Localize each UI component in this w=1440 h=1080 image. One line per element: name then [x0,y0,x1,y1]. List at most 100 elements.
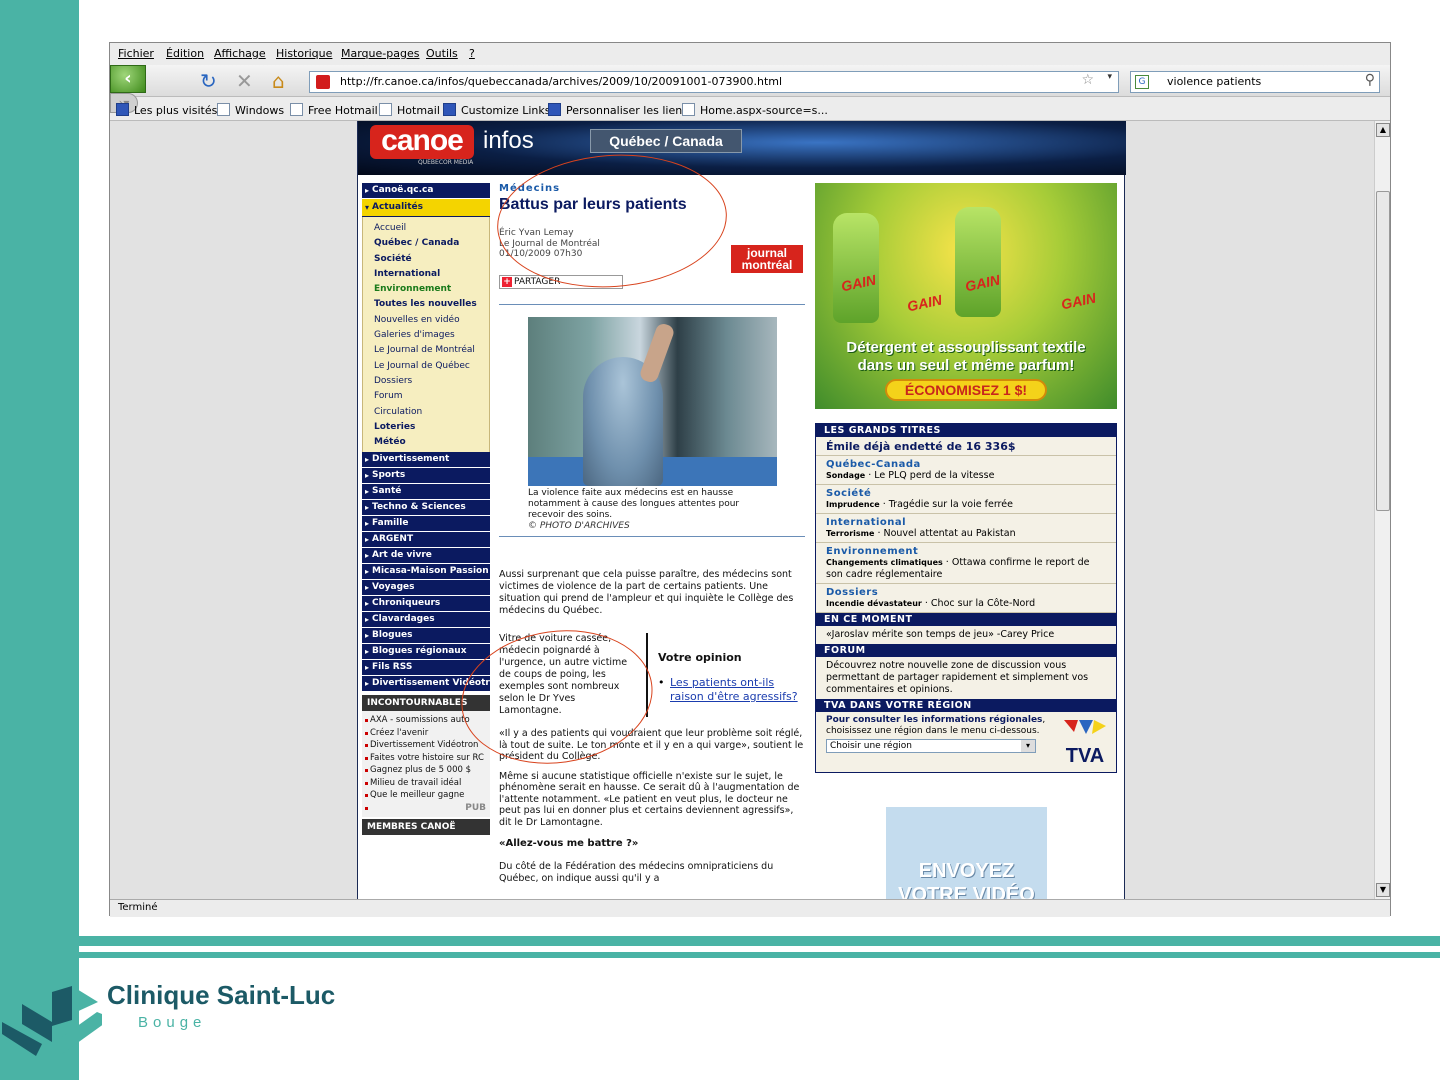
scroll-up-icon[interactable]: ▲ [1376,123,1390,137]
nav-sub-item[interactable]: Forum [374,389,489,404]
page-icon [682,103,695,116]
members-title[interactable]: MEMBRES CANOË [362,819,490,836]
clinic-city: Bouge [138,1014,207,1031]
bookmark-customize-links[interactable]: Customize Links [443,103,551,117]
nav-main-item[interactable]: Techno & Sciences [362,500,490,517]
menu-affichage[interactable]: Affichage [214,47,266,60]
nav-sub-item[interactable]: Accueil [374,221,489,236]
nav-sub-item[interactable]: International [374,267,489,282]
search-input[interactable]: violence patients [1167,75,1261,88]
divider [499,304,805,305]
menu-outils[interactable]: Outils [426,47,458,60]
page-icon [379,103,392,116]
opinion-link[interactable]: Les patients ont-ils raison d'être agres… [658,676,808,704]
headline-category[interactable]: Dossiers [826,587,1106,598]
menu-marque-pages[interactable]: Marque-pages [341,47,419,60]
headline-category[interactable]: Québec-Canada [826,459,1106,470]
bookmark-home[interactable]: Home.aspx-source=s... [682,103,828,117]
headline-line[interactable]: Incendie dévastateur · Choc sur la Côte-… [826,598,1106,610]
headline-line[interactable]: Terrorisme · Nouvel attentat au Pakistan [826,528,1106,540]
headline-category[interactable]: International [826,517,1106,528]
nav-main-item[interactable]: Micasa-Maison Passion [362,564,490,581]
incontournable-link[interactable]: Milieu de travail idéal [365,778,488,790]
tva-logo[interactable]: TVA [1062,718,1108,766]
menu-fichier[interactable]: Fichier [118,47,154,60]
nav-actualites[interactable]: Actualités [362,199,490,217]
nav-main-item[interactable]: Blogues [362,628,490,645]
journal-montreal-logo[interactable]: journal montréal [731,245,803,273]
incontournable-link[interactable]: Faites votre histoire sur RC [365,753,488,765]
vertical-scrollbar[interactable]: ▲ ▼ [1374,121,1390,899]
nav-main-item[interactable]: Santé [362,484,490,501]
bookmark-star-icon[interactable]: ☆ [1081,72,1094,88]
nav-main-item[interactable]: Famille [362,516,490,533]
menu-bar: Fichier Édition Affichage Historique Mar… [110,43,1390,63]
scroll-down-icon[interactable]: ▼ [1376,883,1390,897]
headline-category[interactable]: Société [826,488,1106,499]
top-headline[interactable]: Émile déjà endetté de 16 336$ [816,437,1116,456]
incontournable-link[interactable]: Gagnez plus de 5 000 $ [365,765,488,777]
menu-help[interactable]: ? [469,47,475,60]
headline-line[interactable]: Imprudence · Tragédie sur la voie ferrée [826,499,1106,511]
canoe-logo[interactable]: canoe [370,125,474,159]
ad-cta-button[interactable]: ÉCONOMISEZ 1 $! [885,379,1047,401]
page-icon [217,103,230,116]
bookmark-windows[interactable]: Windows [217,103,284,117]
top-headline-text[interactable]: Émile déjà endetté de 16 336$ [826,440,1106,453]
bookmark-most-visited[interactable]: Les plus visités [116,103,217,117]
incontournable-link[interactable]: Que le meilleur gagne [365,790,488,802]
nav-sub-item[interactable]: Le Journal de Montréal [374,343,489,358]
nav-main-item[interactable]: Clavardages [362,612,490,629]
headline-category[interactable]: Environnement [826,546,1106,557]
nav-sub-item[interactable]: Circulation [374,405,489,420]
search-engine-icon[interactable]: G [1135,75,1149,89]
nav-main-item[interactable]: Chroniqueurs [362,596,490,613]
menu-historique[interactable]: Historique [276,47,332,60]
nav-canoe-home[interactable]: Canoë.qc.ca [362,183,490,199]
bottle-shape [833,213,879,323]
nav-main-item[interactable]: ARGENT [362,532,490,549]
bookmark-free-hotmail[interactable]: Free Hotmail [290,103,378,117]
nav-sub-item[interactable]: Toutes les nouvelles [374,297,489,312]
nav-sub-item[interactable]: Loteries [374,420,489,435]
bookmarks-toolbar: Les plus visités Windows Free Hotmail Ho… [110,99,1390,121]
scrollbar-thumb[interactable] [1376,191,1390,511]
nav-main-item[interactable]: Voyages [362,580,490,597]
nav-main-item[interactable]: Blogues régionaux [362,644,490,661]
bookmark-personnaliser[interactable]: Personnaliser les liens [548,103,688,117]
headline-tag: Imprudence [826,500,880,509]
nav-sub-item[interactable]: Le Journal de Québec [374,359,489,374]
nav-sub-item[interactable]: Environnement [374,282,489,297]
stop-icon[interactable]: ✕ [236,71,253,91]
nav-sub-item[interactable]: Québec / Canada [374,236,489,251]
headline-line[interactable]: Sondage · Le PLQ perd de la vitesse [826,470,1106,482]
bookmark-hotmail[interactable]: Hotmail [379,103,440,117]
search-bar[interactable]: G violence patients ⚲ [1130,71,1380,93]
menu-edition[interactable]: Édition [166,47,204,60]
nav-sub-item[interactable]: Nouvelles en vidéo [374,313,489,328]
nav-main-item[interactable]: Sports [362,468,490,485]
headline-line[interactable]: Changements climatiques · Ottawa confirm… [826,557,1106,581]
nav-sub-item[interactable]: Dossiers [374,374,489,389]
home-icon[interactable]: ⌂ [272,71,285,91]
nav-main-item[interactable]: Art de vivre [362,548,490,565]
page-viewport: canoe QUEBECOR MEDIA infos Québec / Cana… [110,121,1374,899]
gain-label: GAIN [905,291,944,315]
back-button[interactable]: ‹ [110,65,146,93]
incontournable-link[interactable]: Divertissement Vidéotron [365,740,488,752]
url-bar[interactable]: http://fr.canoe.ca/infos/quebeccanada/ar… [309,71,1119,93]
region-select[interactable]: Choisir une région [826,739,1036,753]
article: Médecins Battus par leurs patients Éric … [452,147,807,884]
url-dropdown-icon[interactable]: ▾ [1107,72,1112,82]
gain-ad[interactable]: GAIN GAIN GAIN GAIN Détergent et assoupl… [815,183,1117,409]
search-icon[interactable]: ⚲ [1365,72,1375,88]
nav-sub-item[interactable]: Société [374,252,489,267]
tva-logo-text: TVA [1066,745,1105,766]
nav-sub-item[interactable]: Galeries d'images [374,328,489,343]
nav-sub-item[interactable]: Météo [374,435,489,450]
nav-main-item[interactable]: Divertissement [362,452,490,469]
en-ce-moment-text[interactable]: «Jaroslav mérite son temps de jeu» -Care… [816,626,1116,644]
video-ad[interactable]: ENVOYEZ VOTRE VIDÉO [886,807,1047,899]
reload-icon[interactable]: ↻ [200,71,217,91]
forum-text[interactable]: Découvrez notre nouvelle zone de discuss… [816,657,1116,699]
